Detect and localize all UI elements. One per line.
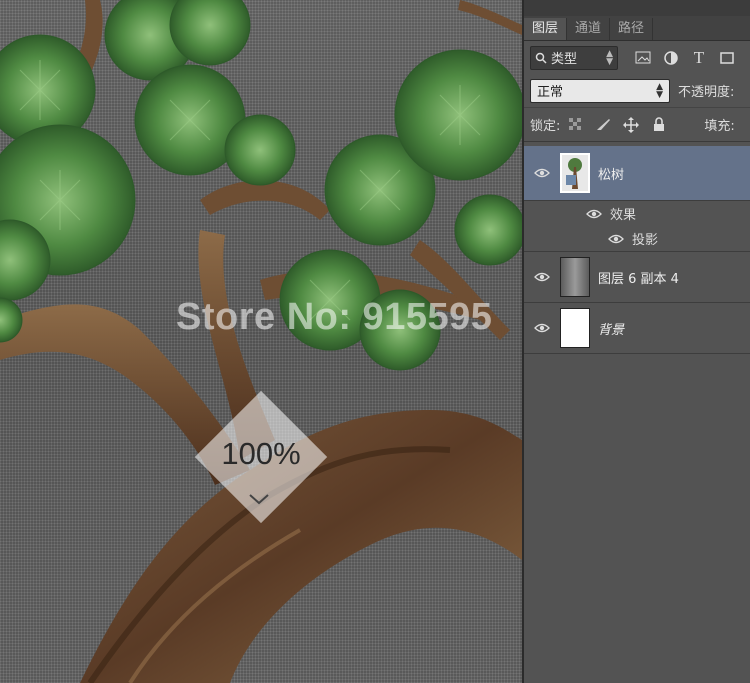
visibility-eye-icon[interactable]	[524, 168, 560, 178]
blend-row: 正常 ▲ ▼ 不透明度:	[524, 74, 750, 107]
tab-channels[interactable]: 通道	[567, 18, 611, 40]
drop-shadow-effect-row[interactable]: 投影	[524, 226, 750, 252]
layer-name: 图层 6 副本 4	[598, 271, 679, 287]
drop-shadow-label: 投影	[632, 233, 659, 248]
opacity-label: 不透明度:	[678, 85, 735, 100]
lock-transparent-icon[interactable]	[564, 114, 586, 136]
layer-row-layer6-copy4[interactable]: 图层 6 副本 4	[524, 252, 750, 303]
adjustment-filter-icon[interactable]	[660, 47, 682, 69]
lock-label: 锁定:	[530, 119, 561, 134]
visibility-eye-icon[interactable]	[586, 209, 602, 219]
layer-thumbnail	[560, 153, 590, 193]
tree-artwork	[0, 0, 522, 683]
layer-name: 背景	[598, 322, 625, 338]
zoom-level: 100%	[221, 436, 301, 471]
layer-row-pine[interactable]: 松树	[524, 146, 750, 201]
visibility-eye-icon[interactable]	[524, 272, 560, 282]
blend-mode-select[interactable]: 正常 ▲ ▼	[530, 78, 670, 103]
search-icon	[535, 52, 547, 64]
chevron-down-icon	[249, 494, 269, 505]
layer-name: 松树	[598, 167, 625, 183]
fill-label: 填充:	[704, 119, 735, 134]
updown-arrows-icon: ▲ ▼	[656, 81, 663, 100]
tab-layers[interactable]: 图层	[524, 18, 568, 40]
document-canvas[interactable]: Store No: 915595 100%	[0, 0, 522, 683]
image-filter-icon[interactable]	[632, 47, 654, 69]
lock-move-icon[interactable]	[620, 114, 642, 136]
layer-row-background[interactable]: 背景	[524, 303, 750, 354]
layer-list: 松树 效果 投影 图层 6 副本 4 背景	[524, 146, 750, 354]
effects-label: 效果	[610, 208, 637, 223]
blend-mode-value: 正常	[537, 85, 564, 100]
filter-type-select[interactable]: 类型 ▲ ▼	[530, 45, 618, 70]
updown-arrows-icon: ▲ ▼	[606, 48, 613, 67]
lock-all-icon[interactable]	[648, 114, 670, 136]
filter-row: 类型 ▲ ▼ T	[524, 41, 750, 74]
layers-panel: 图层 通道 路径 类型 ▲ ▼ T 正常 ▲ ▼ 不透明度: 锁定: 填充: 松…	[522, 0, 750, 683]
tab-paths[interactable]: 路径	[610, 18, 654, 40]
visibility-eye-icon[interactable]	[608, 234, 624, 244]
layer-thumbnail	[560, 257, 590, 297]
zoom-indicator: 100%	[194, 390, 328, 524]
panel-tabs: 图层 通道 路径	[524, 16, 750, 41]
lock-row: 锁定: 填充:	[524, 107, 750, 142]
store-watermark: Store No: 915595	[176, 296, 493, 338]
layer-thumbnail	[560, 308, 590, 348]
shape-filter-icon[interactable]	[716, 47, 738, 69]
filter-type-label: 类型	[551, 52, 578, 67]
lock-paint-icon[interactable]	[592, 114, 614, 136]
effects-row[interactable]: 效果	[524, 201, 750, 226]
visibility-eye-icon[interactable]	[524, 323, 560, 333]
type-filter-icon[interactable]: T	[688, 47, 710, 69]
panel-top-strip	[524, 0, 750, 16]
